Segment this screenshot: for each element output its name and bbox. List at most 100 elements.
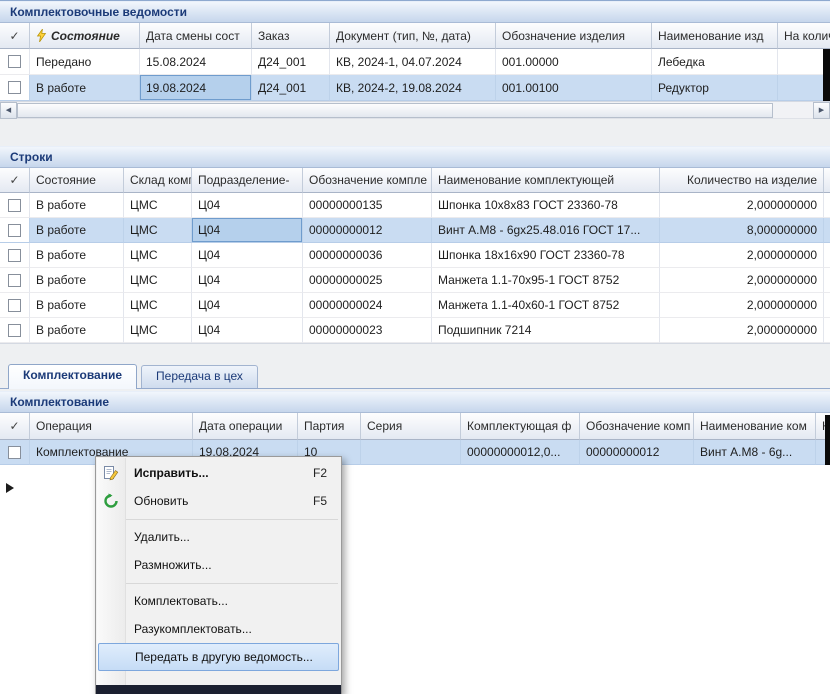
column-header[interactable]: Операция bbox=[30, 413, 193, 440]
cell[interactable]: В работе bbox=[30, 268, 124, 293]
cell[interactable]: 19.08.2024 bbox=[140, 75, 252, 101]
cell[interactable]: КВ, 2024-1, 04.07.2024 bbox=[330, 49, 496, 75]
cell[interactable]: ЦМС bbox=[124, 243, 192, 268]
menu-item[interactable]: Комплектовать... bbox=[96, 587, 341, 615]
cell[interactable]: 2,000000000 bbox=[660, 193, 824, 218]
cell[interactable] bbox=[824, 218, 830, 243]
cell[interactable]: ЦМС bbox=[124, 293, 192, 318]
cell[interactable]: Ц04 bbox=[192, 193, 303, 218]
cell[interactable]: Манжета 1.1-40x60-1 ГОСТ 8752 bbox=[432, 293, 660, 318]
cell[interactable]: 00000000012 bbox=[303, 218, 432, 243]
cell[interactable] bbox=[361, 440, 461, 465]
menu-item[interactable]: Передать в другую ведомость... bbox=[98, 643, 339, 671]
cell[interactable]: 00000000135 bbox=[303, 193, 432, 218]
cell[interactable]: Ц04 bbox=[192, 218, 303, 243]
column-header[interactable]: Наименование ком bbox=[694, 413, 816, 440]
cell[interactable]: ЦМС bbox=[124, 268, 192, 293]
table-row[interactable]: В работеЦМСЦ0400000000024Манжета 1.1-40x… bbox=[0, 293, 830, 318]
cell[interactable]: 00000000036 bbox=[303, 243, 432, 268]
row-checkbox[interactable] bbox=[8, 81, 21, 94]
horizontal-scrollbar[interactable]: ◀ ▶ bbox=[0, 102, 830, 119]
cell[interactable]: 2,000000000 bbox=[660, 243, 824, 268]
row-checkbox-cell[interactable] bbox=[0, 268, 30, 293]
cell[interactable]: ЦМС bbox=[124, 218, 192, 243]
table-row[interactable]: В работеЦМСЦ0400000000012Винт А.М8 - 6gx… bbox=[0, 218, 830, 243]
cell[interactable]: Лебедка bbox=[652, 49, 778, 75]
column-header[interactable]: Дата смены сост bbox=[140, 23, 252, 49]
cell[interactable]: 2,000000000 bbox=[660, 318, 824, 343]
cell[interactable]: В работе bbox=[30, 193, 124, 218]
select-all-header[interactable]: ✓ bbox=[0, 23, 30, 49]
cell[interactable]: Шпонка 18x16x90 ГОСТ 23360-78 bbox=[432, 243, 660, 268]
scroll-left-button[interactable]: ◀ bbox=[0, 102, 17, 119]
row-checkbox-cell[interactable] bbox=[0, 293, 30, 318]
row-checkbox-cell[interactable] bbox=[0, 243, 30, 268]
menu-item[interactable]: Удалить... bbox=[96, 523, 341, 551]
cell[interactable]: Манжета 1.1-70x95-1 ГОСТ 8752 bbox=[432, 268, 660, 293]
cell[interactable]: 00000000012,0... bbox=[461, 440, 580, 465]
scrollbar-track[interactable] bbox=[17, 102, 813, 119]
row-checkbox-cell[interactable] bbox=[0, 75, 30, 101]
cell[interactable]: 00000000024 bbox=[303, 293, 432, 318]
menu-item[interactable]: Разукомплектовать... bbox=[96, 615, 341, 643]
cell[interactable] bbox=[824, 268, 830, 293]
row-checkbox[interactable] bbox=[8, 224, 21, 237]
row-checkbox[interactable] bbox=[8, 446, 21, 459]
table-row[interactable]: В работеЦМСЦ0400000000135Шпонка 10x8x83 … bbox=[0, 193, 830, 218]
cell[interactable]: Ц04 bbox=[192, 293, 303, 318]
cell[interactable]: В работе bbox=[30, 218, 124, 243]
scrollbar-thumb[interactable] bbox=[17, 103, 773, 118]
select-all-header[interactable]: ✓ bbox=[0, 168, 30, 193]
column-header[interactable]: Состояние bbox=[30, 168, 124, 193]
cell[interactable]: Шпонка 10x8x83 ГОСТ 23360-78 bbox=[432, 193, 660, 218]
row-checkbox[interactable] bbox=[8, 274, 21, 287]
cell[interactable]: 2,000000000 bbox=[660, 293, 824, 318]
cell[interactable]: В работе bbox=[30, 318, 124, 343]
column-header[interactable]: Наименование комплектующей bbox=[432, 168, 660, 193]
select-all-header[interactable]: ✓ bbox=[0, 413, 30, 440]
cell[interactable]: Ц04 bbox=[192, 318, 303, 343]
row-checkbox[interactable] bbox=[8, 199, 21, 212]
row-checkbox-cell[interactable] bbox=[0, 318, 30, 343]
scroll-right-button[interactable]: ▶ bbox=[813, 102, 830, 119]
cell[interactable]: Винт А.М8 - 6g... bbox=[694, 440, 816, 465]
cell[interactable]: В работе bbox=[30, 75, 140, 101]
table-row[interactable]: В работе19.08.2024Д24_001КВ, 2024-2, 19.… bbox=[0, 75, 830, 101]
column-header[interactable]: Заказ bbox=[252, 23, 330, 49]
table-row[interactable]: В работеЦМСЦ0400000000023Подшипник 72142… bbox=[0, 318, 830, 343]
cell[interactable] bbox=[824, 193, 830, 218]
cell[interactable]: Ц04 bbox=[192, 243, 303, 268]
cell[interactable] bbox=[824, 243, 830, 268]
cell[interactable]: Подшипник 7214 bbox=[432, 318, 660, 343]
column-header[interactable]: Обозначение компле bbox=[303, 168, 432, 193]
row-checkbox[interactable] bbox=[8, 55, 21, 68]
row-checkbox[interactable] bbox=[8, 249, 21, 262]
column-header[interactable]: Серия bbox=[361, 413, 461, 440]
cell[interactable]: 001.00100 bbox=[496, 75, 652, 101]
column-header[interactable]: Дата операции bbox=[193, 413, 298, 440]
menu-item[interactable]: ОбновитьF5 bbox=[96, 487, 341, 515]
table-row[interactable]: Передано15.08.2024Д24_001КВ, 2024-1, 04.… bbox=[0, 49, 830, 75]
cell[interactable]: 8,000000000 bbox=[660, 218, 824, 243]
column-header[interactable] bbox=[824, 168, 830, 193]
tab-peredacha-v-ceh[interactable]: Передача в цех bbox=[141, 365, 258, 388]
cell[interactable] bbox=[824, 293, 830, 318]
tab-komplektovanie[interactable]: Комплектование bbox=[8, 364, 137, 389]
column-header[interactable]: Склад комп bbox=[124, 168, 192, 193]
cell[interactable]: Д24_001 bbox=[252, 75, 330, 101]
cell[interactable]: 2,000000000 bbox=[660, 268, 824, 293]
column-header[interactable]: Партия bbox=[298, 413, 361, 440]
menu-item[interactable]: Исправить...F2 bbox=[96, 459, 341, 487]
row-checkbox[interactable] bbox=[8, 299, 21, 312]
column-header[interactable]: Подразделение- bbox=[192, 168, 303, 193]
cell[interactable]: Д24_001 bbox=[252, 49, 330, 75]
table-row[interactable]: В работеЦМСЦ0400000000036Шпонка 18x16x90… bbox=[0, 243, 830, 268]
row-checkbox[interactable] bbox=[8, 324, 21, 337]
cell[interactable]: ЦМС bbox=[124, 318, 192, 343]
column-header[interactable]: Состояние bbox=[30, 23, 140, 49]
cell[interactable]: 001.00000 bbox=[496, 49, 652, 75]
column-header[interactable]: Комплектующая ф bbox=[461, 413, 580, 440]
column-header[interactable]: Количество на изделие bbox=[660, 168, 824, 193]
cell[interactable] bbox=[824, 318, 830, 343]
menu-item[interactable]: Размножить... bbox=[96, 551, 341, 579]
